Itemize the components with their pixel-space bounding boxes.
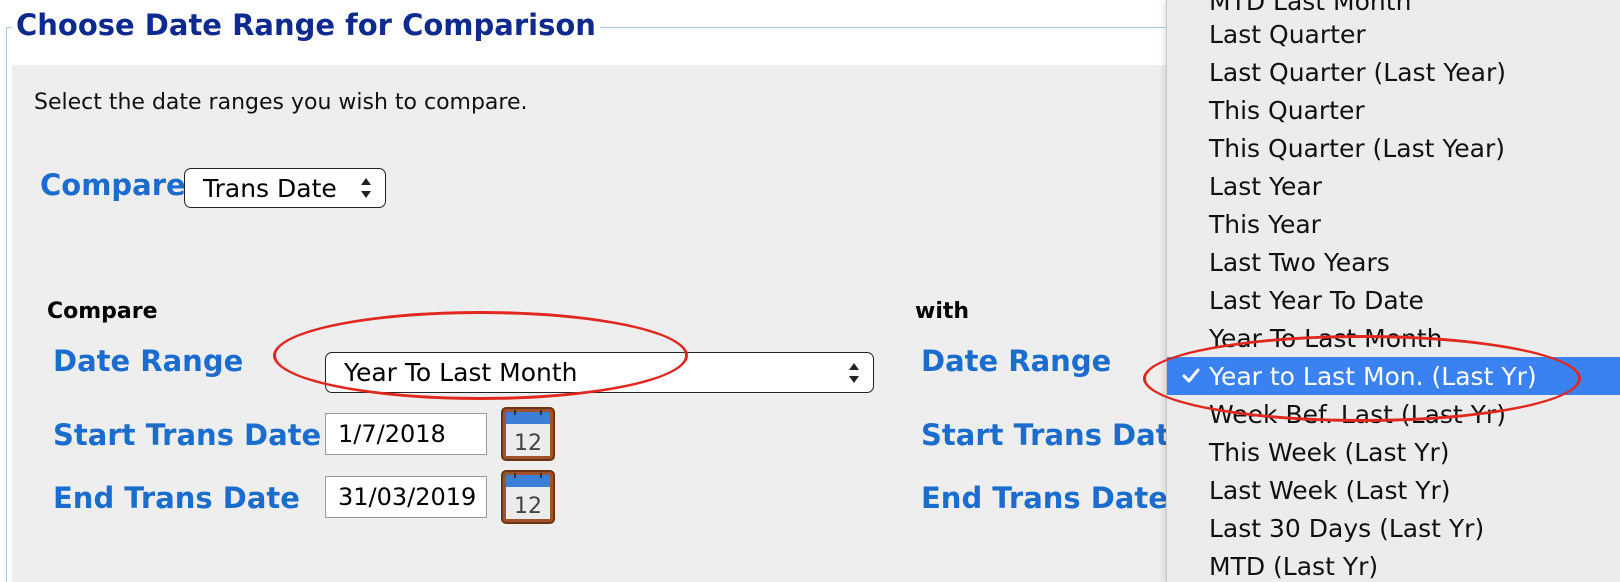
fieldset-legend: Choose Date Range for Comparison	[12, 8, 600, 42]
dropdown-option[interactable]: Last Quarter (Last Year)	[1167, 53, 1620, 91]
compare-by-select[interactable]: Trans Date	[184, 168, 386, 208]
dropdown-option[interactable]: This Quarter (Last Year)	[1167, 129, 1620, 167]
left-date-range-value: Year To Last Month	[344, 358, 578, 387]
compare-by-value: Trans Date	[203, 173, 337, 203]
right-date-range-label: Date Range	[921, 344, 1112, 378]
dropdown-option[interactable]: Last Quarter	[1167, 15, 1620, 53]
calendar-day-text: 12	[514, 431, 542, 456]
fieldset-border-left	[6, 27, 7, 582]
dropdown-option-selected[interactable]: Year to Last Mon. (Last Yr)	[1167, 357, 1620, 395]
right-end-date-label: End Trans Date	[921, 481, 1168, 515]
dropdown-option[interactable]: Last Year	[1167, 167, 1620, 205]
dropdown-option-label: Year to Last Mon. (Last Yr)	[1209, 361, 1537, 391]
left-end-date-label: End Trans Date	[53, 481, 300, 515]
calendar-day-text: 12	[514, 494, 542, 519]
left-start-date-input[interactable]: 1/7/2018	[325, 413, 487, 455]
left-date-range-label: Date Range	[53, 344, 244, 378]
dropdown-option[interactable]: Year To Last Month	[1167, 319, 1620, 357]
checkmark-icon	[1182, 368, 1200, 383]
dropdown-option[interactable]: Last Year To Date	[1167, 281, 1620, 319]
dropdown-option[interactable]: This Quarter	[1167, 91, 1620, 129]
dropdown-option[interactable]: MTD (Last Yr)	[1167, 547, 1620, 582]
left-start-date-label: Start Trans Date	[53, 418, 322, 452]
left-end-date-input[interactable]: 31/03/2019	[325, 476, 487, 518]
date-range-dropdown-menu[interactable]: MTD Last Month Last Quarter Last Quarter…	[1166, 0, 1620, 582]
right-start-date-label: Start Trans Date	[921, 418, 1190, 452]
dropdown-option[interactable]: Last 30 Days (Last Yr)	[1167, 509, 1620, 547]
with-heading: with	[915, 299, 970, 324]
dropdown-option[interactable]: Last Two Years	[1167, 243, 1620, 281]
select-arrows-icon	[361, 178, 371, 198]
dropdown-option[interactable]: Last Week (Last Yr)	[1167, 471, 1620, 509]
left-date-range-select[interactable]: Year To Last Month	[325, 352, 874, 393]
dropdown-option[interactable]: Week Bef. Last (Last Yr)	[1167, 395, 1620, 433]
dropdown-option[interactable]: This Week (Last Yr)	[1167, 433, 1620, 471]
instructions-text: Select the date ranges you wish to compa…	[34, 90, 528, 115]
dropdown-option[interactable]: This Year	[1167, 205, 1620, 243]
compare-by-label: Compare	[40, 168, 186, 202]
compare-heading: Compare	[47, 299, 158, 324]
calendar-icon[interactable]: 12	[501, 407, 555, 461]
calendar-icon[interactable]: 12	[501, 470, 555, 524]
select-arrows-icon	[849, 362, 859, 383]
